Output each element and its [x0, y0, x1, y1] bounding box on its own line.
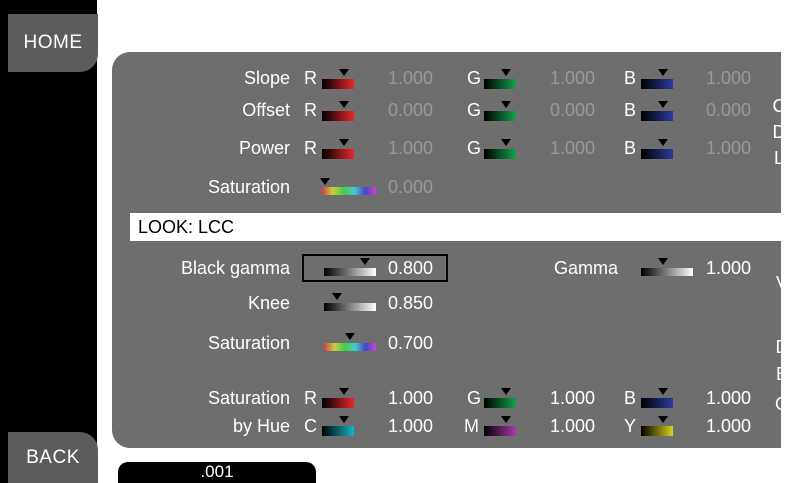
- hue-c-value: 1.000: [388, 416, 434, 436]
- home-button[interactable]: HOME: [8, 14, 98, 72]
- slider-marker-icon: [658, 416, 668, 423]
- video-vertical-d: D: [775, 337, 789, 357]
- slope-b-value: 1.000: [706, 68, 752, 88]
- slope-r-slider[interactable]: [322, 79, 354, 89]
- power-r-value: 1.000: [388, 138, 434, 158]
- slope-r-letter: R: [304, 68, 317, 88]
- hue-g-slider[interactable]: [484, 398, 516, 408]
- slider-marker-icon: [501, 101, 511, 108]
- offset-b-letter: B: [624, 100, 637, 120]
- video-vertical-i: I: [779, 305, 785, 325]
- slider-marker-icon: [339, 139, 349, 146]
- slope-r-value: 1.000: [388, 68, 434, 88]
- cdl-saturation-value: 0.000: [388, 177, 434, 197]
- slope-g-value: 1.000: [550, 68, 596, 88]
- offset-g-value: 0.000: [550, 100, 596, 120]
- slider-marker-icon: [345, 333, 355, 340]
- hue-m-value: 1.000: [550, 416, 596, 436]
- offset-label: Offset: [242, 100, 290, 120]
- hue-m-slider[interactable]: [484, 426, 516, 436]
- hue-y-value: 1.000: [706, 416, 752, 436]
- hue-r-value: 1.000: [388, 388, 434, 408]
- video-vertical-e: E: [775, 364, 788, 384]
- sat-by-hue-label-2: by Hue: [232, 416, 290, 436]
- slider-marker-icon: [501, 388, 511, 395]
- power-b-slider[interactable]: [641, 149, 673, 159]
- offset-r-letter: R: [304, 100, 317, 120]
- cdl-vertical-l: L: [773, 148, 784, 168]
- power-b-value: 1.000: [706, 138, 752, 158]
- slider-marker-icon: [658, 101, 668, 108]
- gamma-slider[interactable]: [641, 268, 693, 276]
- knee-label: Knee: [247, 293, 290, 313]
- offset-g-slider[interactable]: [484, 111, 516, 121]
- power-label: Power: [238, 138, 290, 158]
- hue-b-value: 1.000: [706, 388, 752, 408]
- slider-marker-icon: [658, 139, 668, 146]
- look-name-bar[interactable]: LOOK: LCC: [130, 213, 781, 241]
- power-g-value: 1.000: [550, 138, 596, 158]
- slope-b-letter: B: [624, 68, 637, 88]
- slider-marker-icon: [658, 69, 668, 76]
- slider-marker-icon: [501, 416, 511, 423]
- video-saturation-label: Saturation: [207, 333, 290, 353]
- hue-b-letter: B: [624, 388, 637, 408]
- power-b-letter: B: [624, 138, 637, 158]
- black-gamma-slider[interactable]: [324, 268, 376, 276]
- slider-marker-icon: [339, 388, 349, 395]
- hue-c-letter: C: [304, 416, 317, 436]
- hue-r-letter: R: [304, 388, 317, 408]
- offset-g-letter: G: [467, 100, 482, 120]
- hue-b-slider[interactable]: [641, 398, 673, 408]
- knee-slider[interactable]: [324, 303, 376, 311]
- cdl-vertical-c: C: [772, 96, 786, 116]
- hue-y-letter: Y: [624, 416, 637, 436]
- slider-marker-icon: [320, 178, 330, 185]
- cdl-saturation-label: Saturation: [207, 177, 290, 197]
- hue-g-value: 1.000: [550, 388, 596, 408]
- hue-r-slider[interactable]: [322, 398, 354, 408]
- hue-y-slider[interactable]: [641, 426, 673, 436]
- hue-c-slider[interactable]: [322, 426, 354, 436]
- video-vertical-v: V: [775, 273, 788, 293]
- slider-marker-icon: [360, 258, 370, 265]
- black-gamma-value: 0.800: [388, 258, 434, 278]
- cdl-vertical-d: D: [772, 122, 786, 142]
- sat-by-hue-label-1: Saturation: [207, 388, 290, 408]
- power-r-slider[interactable]: [322, 149, 354, 159]
- sidebar: [0, 0, 97, 483]
- slider-marker-icon: [339, 101, 349, 108]
- slider-marker-icon: [339, 69, 349, 76]
- hue-g-letter: G: [467, 388, 482, 408]
- knee-value: 0.850: [388, 293, 434, 313]
- slider-marker-icon: [332, 293, 342, 300]
- cdl-saturation-slider[interactable]: [322, 187, 376, 195]
- video-vertical-o: O: [775, 394, 790, 414]
- slider-marker-icon: [501, 139, 511, 146]
- hue-m-letter: M: [464, 416, 479, 436]
- power-g-slider[interactable]: [484, 149, 516, 159]
- slider-marker-icon: [658, 258, 668, 265]
- slope-g-slider[interactable]: [484, 79, 516, 89]
- back-button[interactable]: BACK: [8, 432, 98, 483]
- step-size-indicator[interactable]: .001: [118, 462, 316, 483]
- power-r-letter: R: [304, 138, 317, 158]
- offset-b-value: 0.000: [706, 100, 752, 120]
- offset-b-slider[interactable]: [641, 111, 673, 121]
- slope-b-slider[interactable]: [641, 79, 673, 89]
- video-saturation-slider[interactable]: [324, 343, 376, 351]
- gamma-label: Gamma: [553, 258, 618, 278]
- slope-label: Slope: [243, 68, 290, 88]
- offset-r-slider[interactable]: [322, 111, 354, 121]
- slider-marker-icon: [501, 69, 511, 76]
- offset-r-value: 0.000: [388, 100, 434, 120]
- slider-marker-icon: [339, 416, 349, 423]
- video-saturation-value: 0.700: [388, 333, 434, 353]
- black-gamma-label: Black gamma: [180, 258, 290, 278]
- power-g-letter: G: [467, 138, 482, 158]
- slider-marker-icon: [658, 388, 668, 395]
- slope-g-letter: G: [467, 68, 482, 88]
- gamma-value: 1.000: [706, 258, 752, 278]
